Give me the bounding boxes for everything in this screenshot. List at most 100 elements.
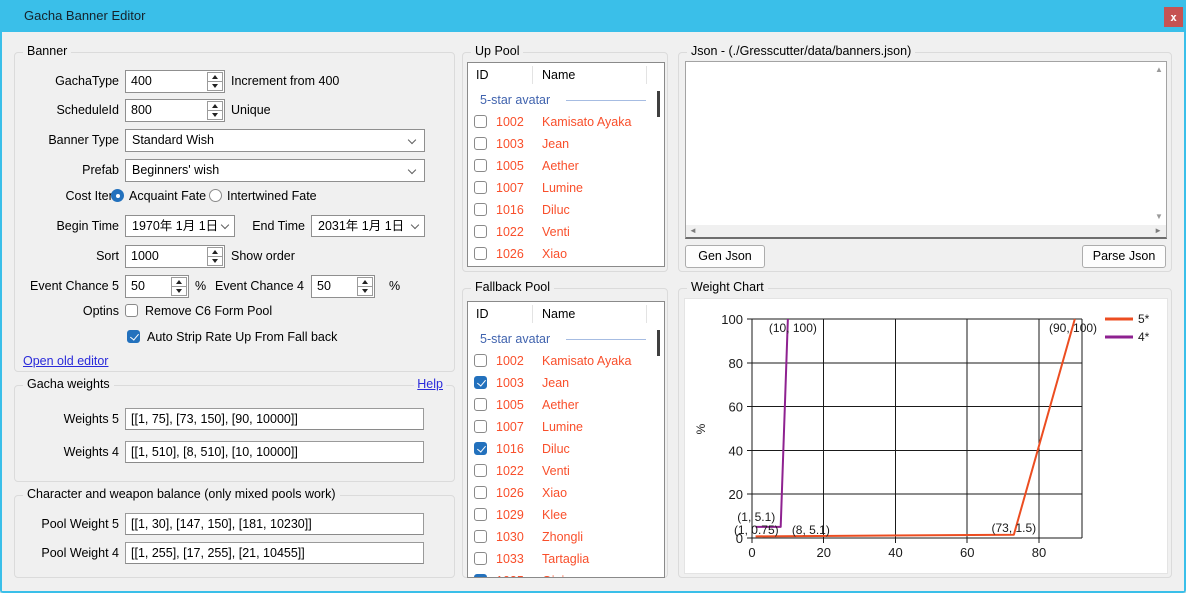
list-item[interactable]: 1022Venti — [468, 221, 664, 243]
event-chance-4-spinner[interactable] — [357, 277, 373, 296]
list-item[interactable]: 1029Klee — [468, 504, 664, 526]
spin-down-button[interactable] — [208, 257, 222, 266]
list-item[interactable]: 1005Aether — [468, 394, 664, 416]
banner-type-select[interactable]: Standard Wish — [125, 129, 425, 152]
pool-weight-4-input[interactable]: [[1, 255], [17, 255], [21, 10455]] — [125, 542, 424, 564]
scroll-right-arrow-icon[interactable]: ► — [1154, 225, 1162, 237]
row-checkbox[interactable] — [474, 486, 487, 499]
row-name: Xiao — [542, 243, 567, 265]
weights-4-input[interactable]: [[1, 510], [8, 510], [10, 10000]] — [125, 441, 424, 463]
parse-json-button[interactable]: Parse Json — [1082, 245, 1166, 268]
radio-intertwined-fate[interactable] — [209, 189, 222, 202]
end-time-select[interactable]: 2031年 1月 1日 — [311, 215, 425, 237]
list-item[interactable]: 1007Lumine — [468, 416, 664, 438]
row-name: Lumine — [542, 416, 583, 438]
row-checkbox[interactable] — [474, 574, 487, 578]
row-checkbox[interactable] — [474, 376, 487, 389]
list-item[interactable]: 1007Lumine — [468, 177, 664, 199]
row-checkbox[interactable] — [474, 247, 487, 260]
remove-c6-label[interactable]: Remove C6 Form Pool — [145, 302, 272, 320]
spin-down-button[interactable] — [358, 287, 372, 296]
scroll-left-arrow-icon[interactable]: ◄ — [689, 225, 697, 237]
sort-spinner[interactable] — [207, 247, 223, 266]
list-item[interactable]: 1033Tartaglia — [468, 548, 664, 570]
row-checkbox[interactable] — [474, 398, 487, 411]
list-item[interactable]: 1026Xiao — [468, 243, 664, 265]
pool-weight-5-input[interactable]: [[1, 30], [147, 150], [181, 10230]] — [125, 513, 424, 535]
row-checkbox[interactable] — [474, 552, 487, 565]
list-item[interactable]: 1016Diluc — [468, 199, 664, 221]
row-checkbox[interactable] — [474, 203, 487, 216]
event-chance-5-spinner[interactable] — [171, 277, 187, 296]
auto-strip-checkbox[interactable] — [127, 330, 140, 343]
radio-intertwined-fate-label[interactable]: Intertwined Fate — [227, 185, 317, 208]
list-item[interactable]: 1002Kamisato Ayaka — [468, 111, 664, 133]
spin-down-button[interactable] — [172, 287, 186, 296]
scheduleid-value[interactable]: 800 — [131, 100, 152, 121]
scroll-down-arrow-icon[interactable]: ▼ — [1152, 212, 1166, 222]
row-checkbox[interactable] — [474, 464, 487, 477]
row-checkbox[interactable] — [474, 137, 487, 150]
spin-up-button[interactable] — [208, 102, 222, 111]
row-checkbox[interactable] — [474, 442, 487, 455]
row-checkbox[interactable] — [474, 181, 487, 194]
banner-group: Banner GachaType 400 Increment from 400 … — [14, 52, 455, 372]
horizontal-scrollbar[interactable]: ◄ ► — [686, 225, 1166, 237]
begin-time-select[interactable]: 1970年 1月 1日 — [125, 215, 235, 237]
row-checkbox[interactable] — [474, 530, 487, 543]
event-chance-5-value[interactable]: 50 — [131, 276, 145, 297]
spin-up-button[interactable] — [172, 278, 186, 287]
spin-up-button[interactable] — [208, 73, 222, 82]
column-header-name: Name — [542, 63, 575, 87]
scheduleid-input[interactable]: 800 — [125, 99, 225, 122]
event-chance-5-input[interactable]: 50 — [125, 275, 189, 298]
titlebar[interactable]: Gacha Banner Editor x — [0, 0, 1186, 32]
gachatype-value[interactable]: 400 — [131, 71, 152, 92]
radio-acquaint-fate-label[interactable]: Acquaint Fate — [129, 185, 206, 208]
row-checkbox[interactable] — [474, 354, 487, 367]
help-link[interactable]: Help — [414, 377, 446, 391]
list-item[interactable]: 1002Kamisato Ayaka — [468, 350, 664, 372]
weights-5-input[interactable]: [[1, 75], [73, 150], [90, 10000]] — [125, 408, 424, 430]
spin-down-button[interactable] — [208, 82, 222, 91]
list-item[interactable]: 1003Jean — [468, 133, 664, 155]
spin-up-button[interactable] — [358, 278, 372, 287]
row-checkbox[interactable] — [474, 225, 487, 238]
scrollbar-thumb[interactable] — [657, 91, 660, 117]
row-checkbox[interactable] — [474, 508, 487, 521]
balance-group-label: Character and weapon balance (only mixed… — [23, 487, 340, 501]
spin-down-button[interactable] — [208, 111, 222, 120]
json-textarea[interactable] — [688, 64, 1150, 223]
scheduleid-spinner[interactable] — [207, 101, 223, 120]
chart-annotation: (1, 0.75) — [734, 523, 779, 537]
event-chance-4-input[interactable]: 50 — [311, 275, 375, 298]
radio-acquaint-fate[interactable] — [111, 189, 124, 202]
row-name: Aether — [542, 155, 579, 177]
row-checkbox[interactable] — [474, 115, 487, 128]
row-checkbox[interactable] — [474, 420, 487, 433]
prefab-value: Beginners' wish — [132, 160, 219, 181]
scrollbar-thumb[interactable] — [657, 330, 660, 356]
list-item[interactable]: 1003Jean — [468, 372, 664, 394]
spin-up-button[interactable] — [208, 248, 222, 257]
list-item[interactable]: 1022Venti — [468, 460, 664, 482]
sort-value[interactable]: 1000 — [131, 246, 159, 267]
event-chance-4-value[interactable]: 50 — [317, 276, 331, 297]
list-item[interactable]: 1016Diluc — [468, 438, 664, 460]
list-item[interactable]: 1035Qiqi — [468, 570, 664, 578]
open-old-editor-link[interactable]: Open old editor — [23, 354, 108, 368]
close-button[interactable]: x — [1164, 7, 1183, 27]
sort-input[interactable]: 1000 — [125, 245, 225, 268]
gachatype-spinner[interactable] — [207, 72, 223, 91]
remove-c6-checkbox[interactable] — [125, 304, 138, 317]
gachatype-input[interactable]: 400 — [125, 70, 225, 93]
list-item[interactable]: 1030Zhongli — [468, 526, 664, 548]
list-item[interactable]: 1026Xiao — [468, 482, 664, 504]
row-checkbox[interactable] — [474, 159, 487, 172]
auto-strip-label[interactable]: Auto Strip Rate Up From Fall back — [147, 328, 337, 346]
vertical-scrollbar[interactable]: ▲ ▼ — [1152, 62, 1166, 225]
gen-json-button[interactable]: Gen Json — [685, 245, 765, 268]
prefab-select[interactable]: Beginners' wish — [125, 159, 425, 182]
scroll-up-arrow-icon[interactable]: ▲ — [1152, 65, 1166, 75]
list-item[interactable]: 1005Aether — [468, 155, 664, 177]
